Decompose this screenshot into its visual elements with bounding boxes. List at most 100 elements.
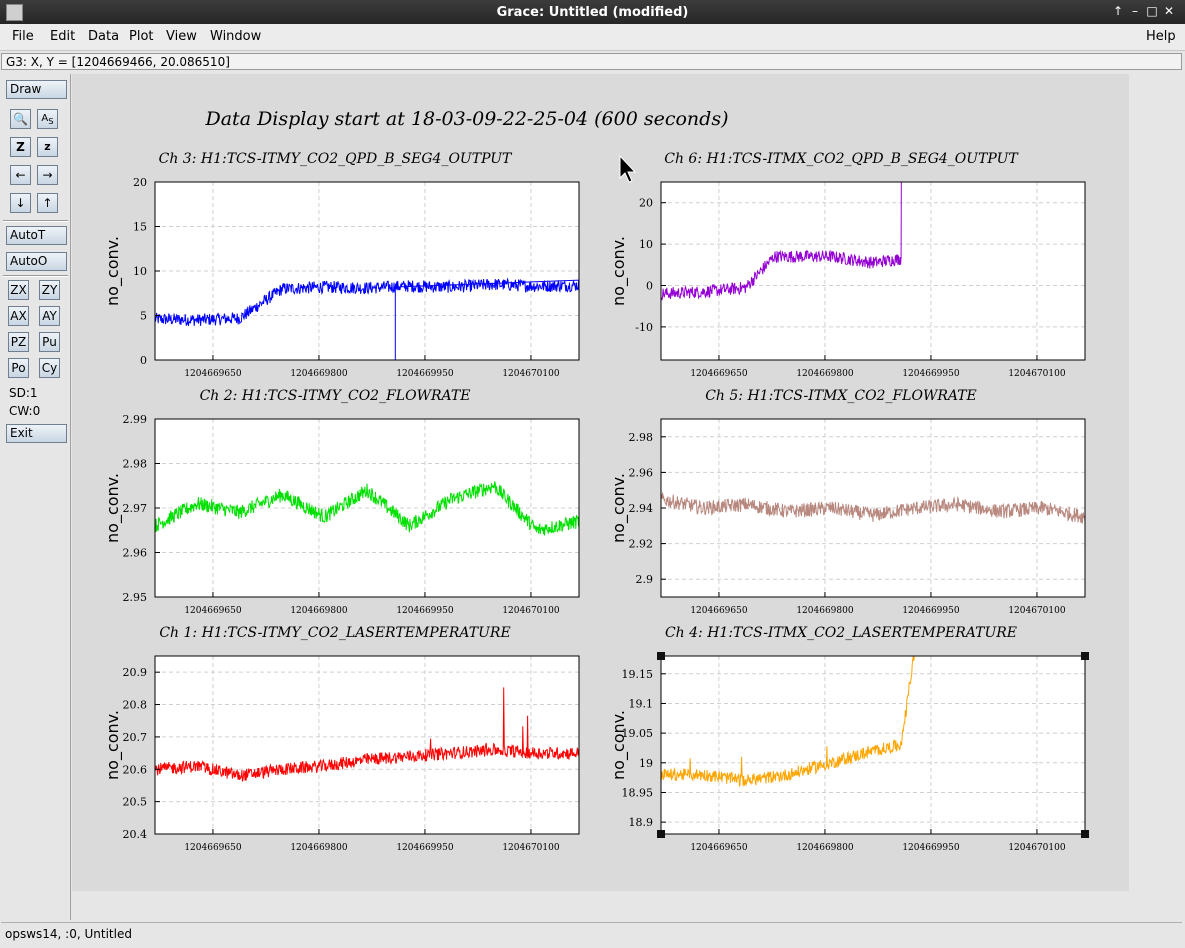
po-button[interactable]: Po bbox=[8, 358, 29, 378]
x-tick-label: 1204669650 bbox=[184, 843, 242, 853]
y-axis-label: no_conv. bbox=[103, 473, 123, 543]
x-tick-label: 1204670100 bbox=[502, 369, 560, 379]
menu-help[interactable]: Help bbox=[1146, 29, 1176, 44]
plot-canvas[interactable]: Data Display start at 18-03-09-22-25-04 … bbox=[72, 74, 1129, 891]
x-tick-label: 1204669800 bbox=[290, 843, 348, 853]
x-tick-label: 1204669650 bbox=[690, 369, 748, 379]
arrow-up-icon[interactable]: ↑ bbox=[37, 193, 58, 213]
x-tick-label: 1204669650 bbox=[690, 843, 748, 853]
close-icon[interactable]: ✕ bbox=[1161, 3, 1177, 19]
x-tick-label: 1204669800 bbox=[290, 606, 348, 616]
ay-button[interactable]: AY bbox=[39, 306, 60, 326]
x-tick-label: 1204669650 bbox=[184, 606, 242, 616]
locator-bar: G3: X, Y = [1204669466, 20.086510] bbox=[1, 53, 1182, 70]
zoom-all-icon[interactable]: Z bbox=[10, 137, 31, 157]
maximize-icon[interactable]: □ bbox=[1144, 3, 1160, 19]
plot-main-title: Data Display start at 18-03-09-22-25-04 … bbox=[205, 108, 729, 130]
y-tick-label: 5 bbox=[140, 310, 147, 323]
y-tick-label: 2.96 bbox=[629, 466, 654, 479]
y-tick-label: 2.97 bbox=[123, 502, 148, 515]
y-tick-label: 2.99 bbox=[123, 413, 148, 426]
y-tick-label: 2.9 bbox=[636, 573, 654, 586]
x-tick-label: 1204669950 bbox=[902, 369, 960, 379]
plots-svg[interactable]: Data Display start at 18-03-09-22-25-04 … bbox=[72, 74, 1129, 891]
y-tick-label: 10 bbox=[133, 265, 147, 278]
zx-button[interactable]: ZX bbox=[8, 280, 29, 300]
y-tick-label: 18.95 bbox=[622, 786, 654, 799]
y-axis-label: no_conv. bbox=[609, 710, 629, 780]
x-tick-label: 1204669950 bbox=[396, 369, 454, 379]
mouse-cursor-icon bbox=[619, 154, 637, 183]
x-tick-label: 1204669800 bbox=[796, 606, 854, 616]
y-tick-label: 20.7 bbox=[123, 731, 148, 744]
y-tick-label: 2.98 bbox=[123, 458, 148, 471]
x-tick-label: 1204669950 bbox=[396, 606, 454, 616]
pu-button[interactable]: Pu bbox=[39, 332, 60, 352]
y-tick-label: 15 bbox=[133, 221, 147, 234]
menu-edit[interactable]: Edit bbox=[50, 29, 75, 44]
autoo-button[interactable]: AutoO bbox=[6, 252, 67, 271]
x-tick-label: 1204669800 bbox=[290, 369, 348, 379]
chart-title: Ch 6: H1:TCS-ITMX_CO2_QPD_B_SEG4_OUTPUT bbox=[664, 151, 1019, 167]
x-tick-label: 1204669800 bbox=[796, 369, 854, 379]
arrow-right-icon[interactable]: → bbox=[37, 165, 58, 185]
canvas-area[interactable]: Data Display start at 18-03-09-22-25-04 … bbox=[72, 74, 1185, 920]
ax-button[interactable]: AX bbox=[8, 306, 29, 326]
separator bbox=[3, 275, 68, 277]
x-tick-label: 1204669950 bbox=[902, 606, 960, 616]
menu-plot[interactable]: Plot bbox=[129, 29, 154, 44]
zy-button[interactable]: ZY bbox=[39, 280, 60, 300]
x-tick-label: 1204670100 bbox=[502, 606, 560, 616]
title-bar: Grace: Untitled (modified) ↑ – □ ✕ bbox=[0, 0, 1185, 24]
menu-window[interactable]: Window bbox=[210, 29, 261, 44]
x-tick-label: 1204669650 bbox=[184, 369, 242, 379]
menu-data[interactable]: Data bbox=[88, 29, 119, 44]
y-tick-label: 20.9 bbox=[123, 666, 148, 679]
y-axis-label: no_conv. bbox=[609, 473, 629, 543]
plot-frame-6[interactable] bbox=[661, 656, 1085, 834]
zoom-icon[interactable]: 🔍 bbox=[10, 109, 31, 129]
y-tick-label: 19 bbox=[639, 757, 653, 770]
x-tick-label: 1204670100 bbox=[1008, 606, 1066, 616]
y-tick-label: 20.5 bbox=[123, 796, 148, 809]
cy-button[interactable]: Cy bbox=[39, 358, 60, 378]
separator bbox=[3, 220, 68, 222]
y-tick-label: 0 bbox=[140, 354, 147, 367]
y-axis-label: no_conv. bbox=[103, 710, 123, 780]
plot-frame-2[interactable] bbox=[661, 182, 1085, 360]
minimize-icon[interactable]: – bbox=[1127, 3, 1143, 19]
window-title: Grace: Untitled (modified) bbox=[496, 5, 689, 20]
y-tick-label: 20 bbox=[639, 197, 653, 210]
tool-panel: Draw 🔍 AS Z z ← → ↓ ↑ AutoT AutoO ZX ZY … bbox=[1, 74, 71, 920]
chart-title: Ch 1: H1:TCS-ITMY_CO2_LASERTEMPERATURE bbox=[159, 625, 510, 641]
arrow-left-icon[interactable]: ← bbox=[10, 165, 31, 185]
chart-title: Ch 4: H1:TCS-ITMX_CO2_LASERTEMPERATURE bbox=[665, 625, 1017, 641]
zoom-in-icon[interactable]: z bbox=[37, 137, 58, 157]
selection-handle[interactable] bbox=[1081, 830, 1089, 838]
selection-handle[interactable] bbox=[657, 652, 665, 660]
y-axis-label: no_conv. bbox=[609, 236, 629, 306]
menu-file[interactable]: File bbox=[12, 29, 34, 44]
x-tick-label: 1204670100 bbox=[502, 843, 560, 853]
draw-button[interactable]: Draw bbox=[6, 80, 67, 99]
y-tick-label: 2.96 bbox=[123, 547, 148, 560]
text-tool-icon[interactable]: AS bbox=[37, 109, 58, 129]
pz-button[interactable]: PZ bbox=[8, 332, 29, 352]
y-tick-label: 2.95 bbox=[123, 591, 148, 604]
menu-view[interactable]: View bbox=[166, 29, 197, 44]
y-tick-label: 20 bbox=[133, 176, 147, 189]
y-tick-label: 2.94 bbox=[629, 502, 654, 515]
maximize-up-icon[interactable]: ↑ bbox=[1110, 3, 1126, 19]
exit-button[interactable]: Exit bbox=[6, 424, 67, 443]
y-tick-label: 19.15 bbox=[622, 668, 654, 681]
plot-frame-5[interactable] bbox=[155, 656, 579, 834]
y-axis-label: no_conv. bbox=[103, 236, 123, 306]
arrow-down-icon[interactable]: ↓ bbox=[10, 193, 31, 213]
y-tick-label: 2.92 bbox=[629, 538, 654, 551]
selection-handle[interactable] bbox=[1081, 652, 1089, 660]
x-tick-label: 1204669950 bbox=[396, 843, 454, 853]
autot-button[interactable]: AutoT bbox=[6, 226, 67, 245]
selection-handle[interactable] bbox=[657, 830, 665, 838]
y-tick-label: 10 bbox=[639, 238, 653, 251]
chart-title: Ch 5: H1:TCS-ITMX_CO2_FLOWRATE bbox=[705, 388, 977, 404]
